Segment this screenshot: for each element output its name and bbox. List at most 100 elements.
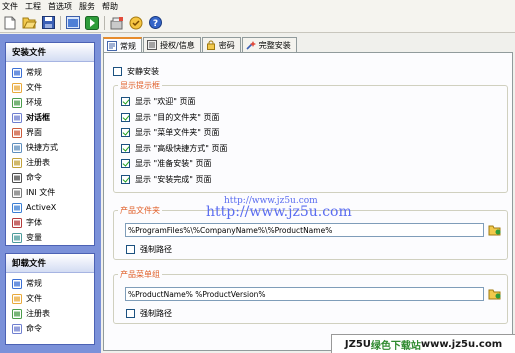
install-nav-item[interactable]: 变量 [6,230,94,245]
license-tab-icon [147,40,157,50]
menu-preferences[interactable]: 首选项 [47,1,78,12]
force-path-checkbox[interactable] [126,245,135,254]
general-icon [12,67,22,78]
menu-help[interactable]: 帮助 [101,1,124,12]
save-icon[interactable] [40,15,56,31]
dialog-option-label: 显示 "目的文件夹" 页面 [135,112,220,122]
tab-general[interactable]: 常规 [103,37,142,53]
dialogs-group-title: 显示提示框 [118,80,162,91]
install-nav-item[interactable]: 注册表 [6,155,94,170]
force-path-label: 强制路径 [140,245,172,254]
install-nav-item[interactable]: 文件 [6,80,94,95]
menu-file[interactable]: 文件 [1,1,24,12]
font-icon [12,217,22,228]
product-menu-input[interactable]: %ProductName% %ProductVersion% [125,287,484,301]
dialog-option-label: 显示 "菜单文件夹" 页面 [135,128,220,138]
menu-services[interactable]: 服务 [78,1,101,12]
product-folder-input[interactable]: %ProgramFiles%\%CompanyName%\%ProductNam… [125,223,484,237]
dialog-option-checkbox[interactable] [121,128,130,138]
nav-item-label: 常规 [26,68,42,77]
new-icon[interactable] [2,15,18,31]
uninstall-nav-item[interactable]: 常规 [6,276,94,291]
wizard-icon[interactable] [128,15,144,31]
force-path-label: 强制路径 [140,309,172,318]
site-badge: JZ5U 绿色下载站 www.jz5u.com [331,334,515,353]
folder-icon [12,293,22,304]
shortcut-icon [12,142,22,153]
toolbar-separator [104,15,105,30]
dialog-option-checkbox[interactable] [121,159,130,169]
nav-item-label: 命令 [26,173,42,182]
install-nav-item[interactable]: 字体 [6,215,94,230]
dialog-option-row[interactable]: 显示 "目的文件夹" 页面 [121,112,219,123]
variable-icon [12,232,22,243]
browse-folder-icon[interactable] [487,223,501,237]
dialog-option-label: 显示 "高级快捷方式" 页面 [135,143,228,153]
tab-full-install[interactable]: 完整安装 [241,37,297,52]
activex-icon [12,202,22,213]
left-navigation: 安装文件 常规 文件 环境 对话框 界面 快捷方式 注册表 命令 INI 文件 ActiveX 字体… [0,34,101,353]
install-nav-item[interactable]: ActiveX [6,200,94,215]
install-nav-item[interactable]: 命令 [6,170,94,185]
tab-password[interactable]: 密码 [201,37,241,52]
dialog-option-row[interactable]: 显示 "高级快捷方式" 页面 [121,143,227,154]
nav-item-label: 字体 [26,218,42,227]
tab-label: 密码 [218,40,235,50]
tab-label: 授权/信息 [160,40,195,50]
tab-license-info[interactable]: 授权/信息 [143,37,201,52]
install-nav-item[interactable]: 快捷方式 [6,140,94,155]
install-nav-list: 常规文件 环境 对话框界面快捷方式注册表命令 INI 文件 ActiveX 字体变量 [6,62,94,245]
uninstall-nav-item[interactable]: 文件 [6,291,94,306]
dialog-option-label: 显示 "欢迎" 页面 [135,97,196,106]
nav-item-label: 注册表 [26,158,50,167]
force-path-row[interactable]: 强制路径 [126,308,172,319]
dialog-option-label: 显示 "准备安装" 页面 [135,159,212,169]
install-nav-item[interactable]: 常规 [6,65,94,80]
dialog-option-checkbox[interactable] [121,143,130,153]
install-nav-item[interactable]: 界面 [6,125,94,140]
browse-menu-icon[interactable] [487,287,501,301]
dialog-option-label: 显示 "安装完成" 页面 [135,175,212,184]
force-path-row[interactable]: 强制路径 [126,244,172,255]
badge-site-name: 绿色下载站 [370,340,421,352]
registry-icon [12,157,22,168]
uninstall-nav-item[interactable]: 注册表 [6,306,94,321]
force-path-checkbox[interactable] [126,309,135,318]
badge-url: www.jz5u.com [420,338,503,350]
dialog-option-checkbox[interactable] [121,97,130,106]
toolbar: ? [0,13,515,33]
product-menu-group: 产品菜单组 %ProductName% %ProductVersion% 强制路… [113,269,508,324]
silent-install-checkbox[interactable] [113,67,122,76]
uninstall-nav-item[interactable]: 命令 [6,321,94,336]
tab-bar: 常规 授权/信息 密码 完整安装 [103,37,298,53]
install-nav-item[interactable]: 环境 [6,95,94,110]
nav-item-label: 界面 [26,128,42,137]
command-icon [12,323,22,334]
svg-text:?: ? [152,19,157,29]
help-icon[interactable]: ? [147,15,163,31]
tab-label: 常规 [120,41,136,51]
dialog-option-checkbox[interactable] [121,112,130,122]
dialog-option-row[interactable]: 显示 "菜单文件夹" 页面 [121,127,219,138]
dialog-option-row[interactable]: 显示 "安装完成" 页面 [121,174,211,185]
nav-item-label: 快捷方式 [26,143,58,152]
dialog-option-checkbox[interactable] [121,175,130,184]
dialog-option-row[interactable]: 显示 "准备安装" 页面 [121,158,211,169]
ini-icon [12,187,22,198]
install-nav-item[interactable]: 对话框 [6,110,94,125]
nav-item-label: ActiveX [26,203,57,212]
interface-icon [12,127,22,138]
build-icon[interactable] [65,15,81,31]
menu-project[interactable]: 工程 [24,1,47,12]
dialog-option-row[interactable]: 显示 "欢迎" 页面 [121,96,195,107]
install-panel: 安装文件 常规文件 环境 对话框界面快捷方式注册表命令 INI 文件 ActiveX 字体… [5,42,95,246]
setup-icon[interactable] [109,15,125,31]
nav-item-label: INI 文件 [26,188,56,197]
nav-item-label: 常规 [26,279,42,288]
install-nav-item[interactable]: INI 文件 [6,185,94,200]
tab-label: 完整安装 [258,40,291,50]
run-icon[interactable] [84,15,100,31]
install-panel-title: 安装文件 [6,43,94,62]
silent-install-row[interactable]: 安静安装 [113,66,159,77]
open-icon[interactable] [21,15,37,31]
